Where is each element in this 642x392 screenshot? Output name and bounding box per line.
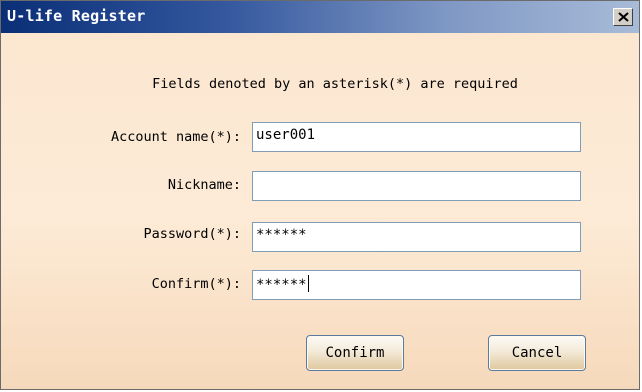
account-name-label: Account name(*): <box>110 129 241 145</box>
password-input[interactable]: ****** <box>252 222 581 252</box>
nickname-label: Nickname: <box>167 177 241 193</box>
text-caret <box>307 275 309 292</box>
window-title: U-life Register <box>7 7 146 25</box>
register-dialog: U-life Register Fields denoted by an ast… <box>0 0 640 390</box>
confirm-button[interactable]: Confirm <box>306 335 404 371</box>
confirm-password-label: Confirm(*): <box>151 276 241 292</box>
password-value: ****** <box>256 227 307 243</box>
close-button[interactable] <box>613 8 633 26</box>
close-icon <box>618 12 629 22</box>
nickname-input[interactable] <box>252 171 581 201</box>
password-label: Password(*): <box>143 226 241 242</box>
confirm-password-value: ****** <box>256 275 309 293</box>
account-name-value: user001 <box>256 127 316 143</box>
confirm-password-text: ****** <box>256 277 307 293</box>
title-bar[interactable]: U-life Register <box>1 1 639 33</box>
account-name-input[interactable]: user001 <box>252 122 581 152</box>
required-fields-notice: Fields denoted by an asterisk(*) are req… <box>152 76 518 92</box>
confirm-password-input[interactable]: ****** <box>252 270 581 300</box>
cancel-button[interactable]: Cancel <box>488 335 586 371</box>
